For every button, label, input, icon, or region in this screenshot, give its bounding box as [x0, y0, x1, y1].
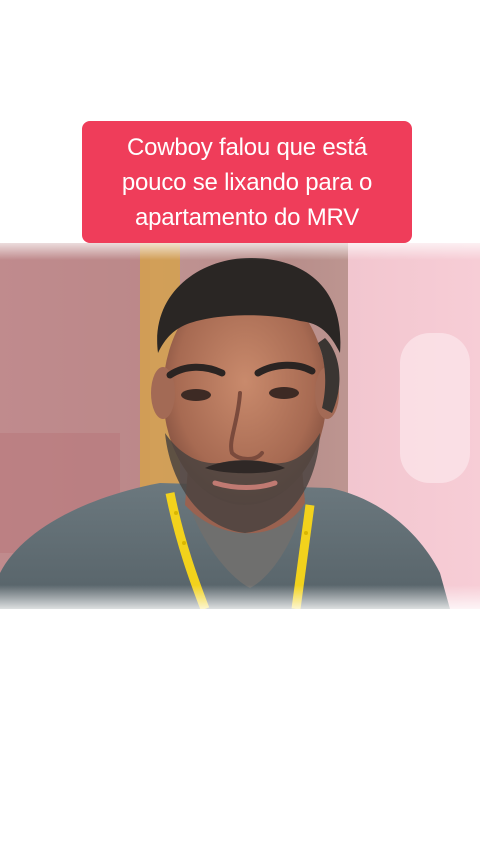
caption-text: Cowboy falou que está pouco se lixando p…	[121, 133, 373, 231]
caption-box: Cowboy falou que está pouco se lixando p…	[82, 121, 412, 243]
video-fade-bottom	[0, 585, 480, 615]
video-frame[interactable]	[0, 243, 480, 609]
portrait-image	[0, 243, 480, 609]
